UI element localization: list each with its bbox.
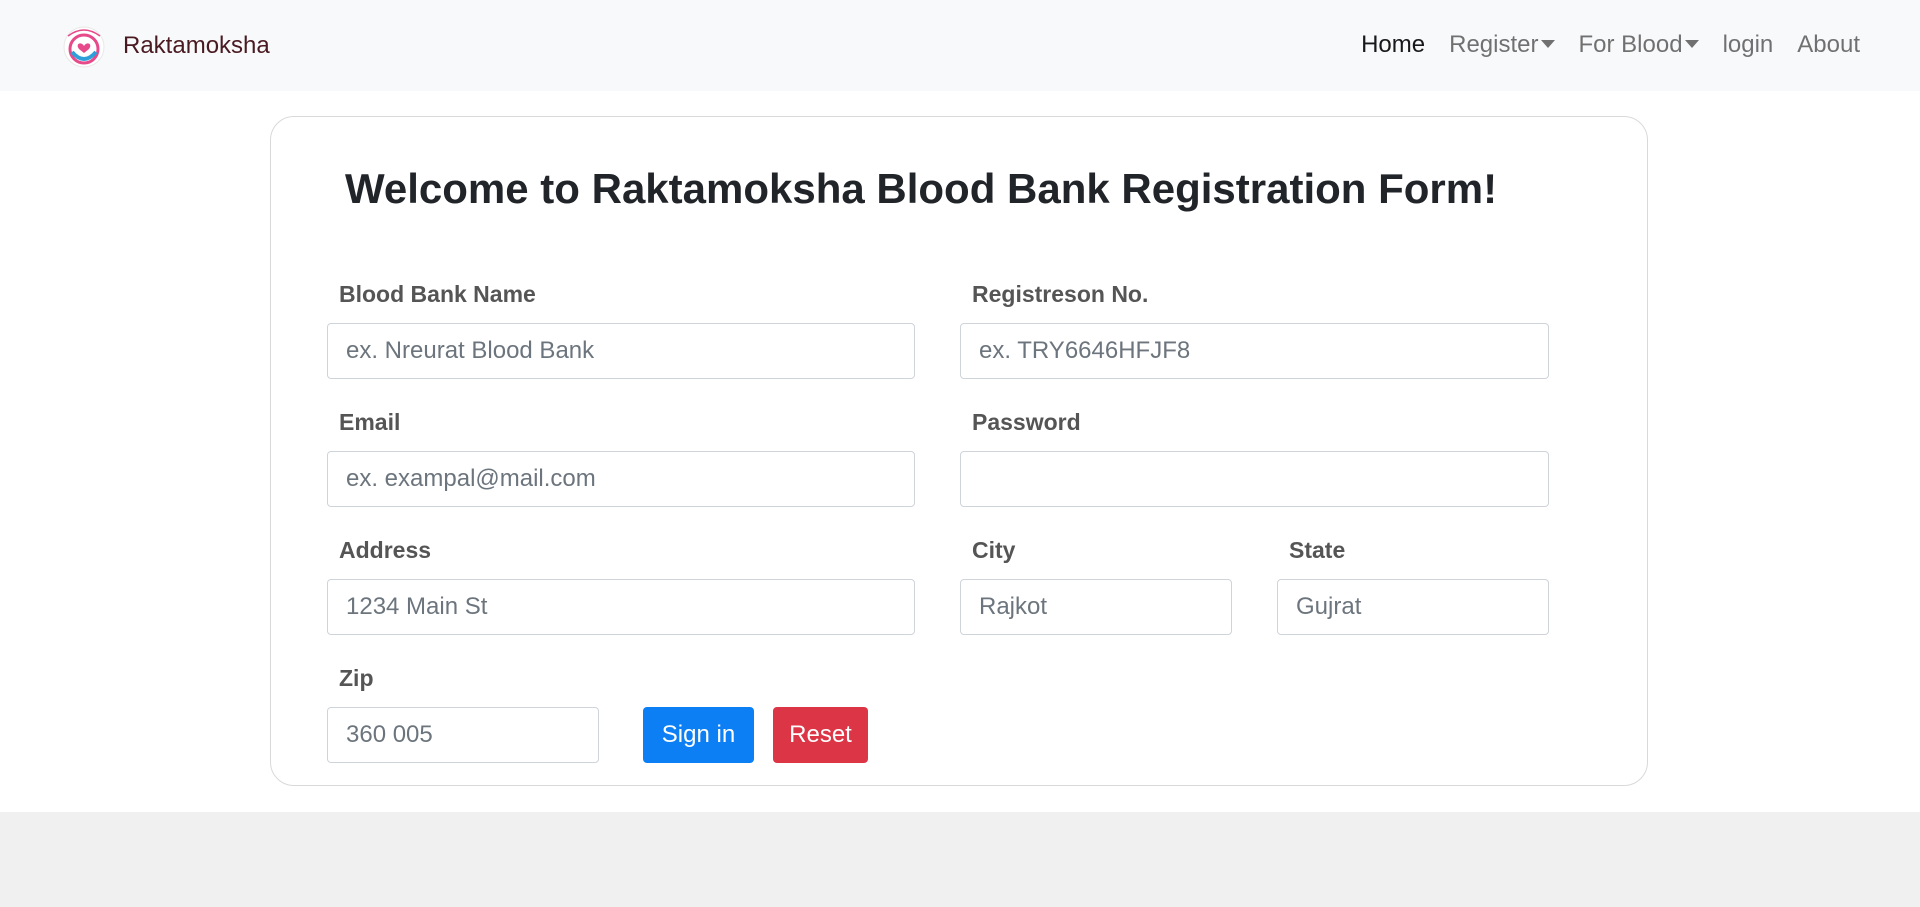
nav-item-home[interactable]: Home xyxy=(1361,31,1425,59)
main-content: Welcome to Raktamoksha Blood Bank Regist… xyxy=(0,91,1920,812)
nav-label-about: About xyxy=(1797,31,1860,58)
nav-item-login[interactable]: login xyxy=(1723,31,1774,59)
zip-input[interactable] xyxy=(327,707,599,763)
email-input[interactable] xyxy=(327,451,915,507)
nav-links: Home Register For Blood login About xyxy=(1337,31,1860,59)
email-label: Email xyxy=(339,409,401,435)
form-title: Welcome to Raktamoksha Blood Bank Regist… xyxy=(345,165,1498,212)
hand-in-hand-logo-icon xyxy=(60,22,108,70)
city-input[interactable] xyxy=(960,579,1232,635)
nav-label-register: Register xyxy=(1449,31,1539,58)
address-input[interactable] xyxy=(327,579,915,635)
registration-no-input[interactable] xyxy=(960,323,1549,379)
nav-item-about[interactable]: About xyxy=(1797,31,1860,59)
sign-in-button[interactable]: Sign in xyxy=(643,707,754,763)
registration-no-label: Registreson No. xyxy=(972,281,1149,307)
state-label: State xyxy=(1289,537,1346,563)
caret-down-icon xyxy=(1684,40,1699,48)
reset-button[interactable]: Reset xyxy=(773,707,868,763)
password-input[interactable] xyxy=(960,451,1549,507)
page: Raktamoksha Home Register For Blood logi… xyxy=(0,0,1920,907)
nav-label-login: login xyxy=(1722,31,1774,58)
caret-down-icon xyxy=(1540,40,1555,48)
state-input[interactable] xyxy=(1277,579,1549,635)
nav-label-home: Home xyxy=(1361,31,1426,58)
nav-item-for-blood-dropdown[interactable]: For Blood xyxy=(1579,31,1699,59)
registration-form-card: Welcome to Raktamoksha Blood Bank Regist… xyxy=(270,116,1648,786)
blood-bank-name-input[interactable] xyxy=(327,323,915,379)
blood-bank-name-label: Blood Bank Name xyxy=(339,281,536,307)
brand-link[interactable]: Raktamoksha xyxy=(60,22,270,70)
brand-name: Raktamoksha xyxy=(123,32,270,59)
city-label: City xyxy=(972,537,1016,563)
nav-label-for-blood: For Blood xyxy=(1578,31,1683,58)
nav-item-register-dropdown[interactable]: Register xyxy=(1449,31,1555,59)
navbar: Raktamoksha Home Register For Blood logi… xyxy=(0,0,1920,91)
address-label: Address xyxy=(339,537,432,563)
zip-label: Zip xyxy=(339,665,374,691)
footer-strip xyxy=(0,812,1920,907)
password-label: Password xyxy=(972,409,1081,435)
